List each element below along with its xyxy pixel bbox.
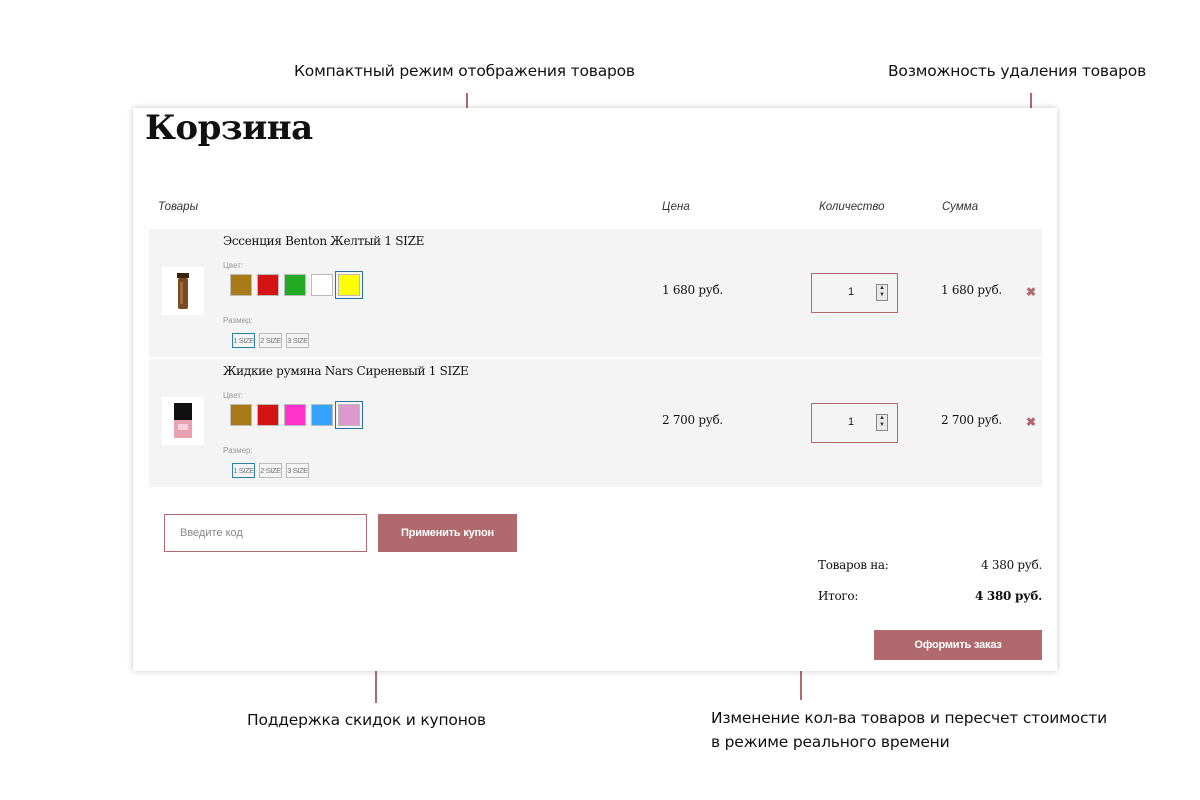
color-swatch-selected[interactable]: [335, 401, 363, 429]
color-swatch[interactable]: [230, 404, 252, 426]
size-option[interactable]: 3 SIZE: [286, 463, 309, 478]
color-swatch[interactable]: [311, 274, 333, 296]
size-option[interactable]: 2 SIZE: [259, 333, 282, 348]
item-price: 1 680 руб.: [662, 283, 723, 297]
header-products: Товары: [158, 201, 199, 213]
subtotal-label: Товаров на:: [818, 558, 889, 572]
color-swatch[interactable]: [230, 274, 252, 296]
page-title: Корзина: [145, 108, 313, 148]
color-swatch[interactable]: [257, 404, 279, 426]
quantity-value[interactable]: 1: [848, 286, 854, 298]
size-label: Размер:: [223, 446, 253, 455]
remove-item-icon[interactable]: ✖: [1026, 285, 1036, 299]
color-swatch[interactable]: [257, 274, 279, 296]
color-label: Цвет:: [223, 391, 244, 400]
total-label: Итого:: [818, 589, 859, 603]
apply-coupon-button[interactable]: Применить купон: [378, 514, 517, 552]
header-price: Цена: [662, 201, 690, 213]
remove-item-icon[interactable]: ✖: [1026, 415, 1036, 429]
item-sum: 2 700 руб.: [941, 413, 1002, 427]
size-option[interactable]: 2 SIZE: [259, 463, 282, 478]
annotation-coupons: Поддержка скидок и купонов: [247, 711, 486, 729]
annotation-remove: Возможность удаления товаров: [888, 62, 1147, 80]
size-label: Размер:: [223, 316, 253, 325]
decrement-arrow-icon[interactable]: ▼: [877, 422, 887, 429]
blush-bottle-icon[interactable]: [162, 397, 204, 445]
item-price: 2 700 руб.: [662, 413, 723, 427]
header-sum: Сумма: [942, 201, 979, 213]
cart-panel: Корзина Товары Цена Количество Сумма Эсс…: [133, 108, 1057, 671]
quantity-value[interactable]: 1: [848, 416, 854, 428]
product-name[interactable]: Жидкие румяна Nars Сиреневый 1 SIZE: [223, 364, 469, 378]
coupon-code-input[interactable]: Введите код: [164, 514, 367, 552]
increment-arrow-icon[interactable]: ▲: [877, 285, 887, 292]
color-swatch-selected[interactable]: [335, 271, 363, 299]
item-sum: 1 680 руб.: [941, 283, 1002, 297]
annotation-realtime-1: Изменение кол-ва товаров и пересчет стои…: [711, 709, 1107, 727]
subtotal-value: 4 380 руб.: [981, 558, 1042, 572]
decrement-arrow-icon[interactable]: ▼: [877, 292, 887, 299]
annotation-realtime-2: в режиме реального времени: [711, 733, 950, 751]
quantity-stepper[interactable]: 1 ▲ ▼: [811, 273, 898, 313]
color-swatch[interactable]: [311, 404, 333, 426]
color-swatch[interactable]: [284, 274, 306, 296]
increment-arrow-icon[interactable]: ▲: [877, 415, 887, 422]
color-label: Цвет:: [223, 261, 244, 270]
header-quantity: Количество: [819, 201, 885, 213]
product-name[interactable]: Эссенция Benton Желтый 1 SIZE: [223, 234, 424, 248]
quantity-spin-buttons[interactable]: ▲ ▼: [876, 414, 888, 431]
size-option-selected[interactable]: 1 SIZE: [232, 463, 255, 478]
color-swatch[interactable]: [284, 404, 306, 426]
cart-row: Жидкие румяна Nars Сиреневый 1 SIZE Цвет…: [149, 359, 1042, 487]
essence-bottle-icon[interactable]: [162, 267, 204, 315]
size-option[interactable]: 3 SIZE: [286, 333, 309, 348]
size-option-selected[interactable]: 1 SIZE: [232, 333, 255, 348]
checkout-button[interactable]: Оформить заказ: [874, 630, 1042, 660]
quantity-spin-buttons[interactable]: ▲ ▼: [876, 284, 888, 301]
total-value: 4 380 руб.: [974, 589, 1042, 603]
annotation-compact-mode: Компактный режим отображения товаров: [294, 62, 635, 80]
quantity-stepper[interactable]: 1 ▲ ▼: [811, 403, 898, 443]
cart-row: Эссенция Benton Желтый 1 SIZE Цвет: Разм…: [149, 229, 1042, 357]
